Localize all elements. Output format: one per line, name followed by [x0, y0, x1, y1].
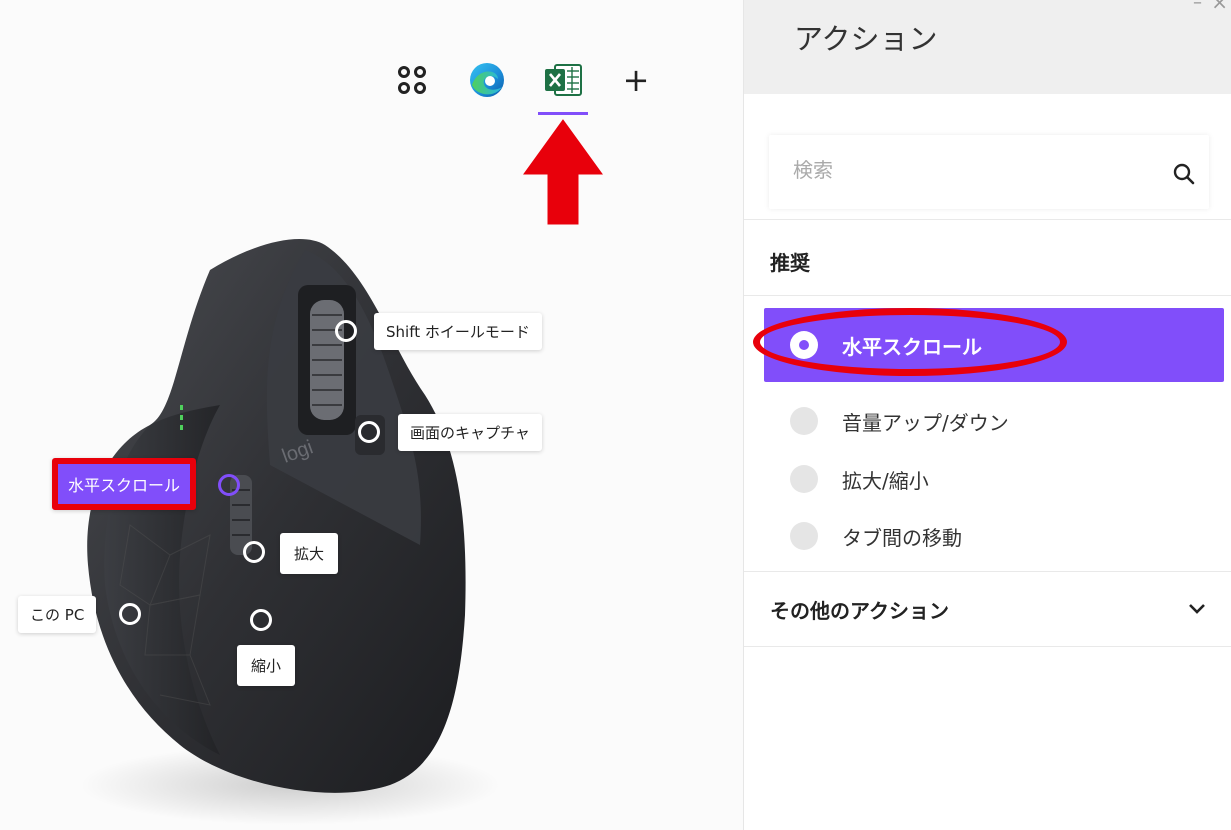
radio[interactable] — [790, 407, 818, 435]
excel-tab[interactable] — [541, 58, 585, 102]
hotspot-this-pc[interactable] — [119, 603, 141, 625]
panel-title: アクション — [794, 22, 938, 56]
radio[interactable] — [790, 465, 818, 493]
option-tab-switch[interactable]: タブ間の移動 — [764, 501, 1224, 571]
callout-capture[interactable]: 画面のキャプチャ — [398, 414, 542, 451]
hotspot-hscroll[interactable] — [218, 474, 240, 496]
selected-tab-indicator — [538, 112, 588, 115]
add-app-tab[interactable]: + — [614, 58, 658, 102]
search-box — [769, 135, 1209, 209]
option-label: タブ間の移動 — [842, 525, 962, 550]
chevron-down-icon — [1189, 604, 1205, 614]
option-label: 音量アップ/ダウン — [842, 410, 1009, 435]
radio[interactable] — [790, 522, 818, 550]
minimize-button[interactable]: – — [1193, 0, 1202, 13]
other-actions-label: その他のアクション — [770, 598, 949, 623]
option-label: 拡大/縮小 — [842, 468, 929, 493]
option-hscroll[interactable]: 水平スクロール — [764, 308, 1224, 382]
callout-this-pc[interactable]: この PC — [18, 596, 97, 633]
callout-zoom-out[interactable]: 縮小 — [237, 645, 296, 686]
callout-zoom-in[interactable]: 拡大 — [280, 533, 339, 574]
hotspot-zoom-out[interactable] — [250, 609, 272, 631]
search-input[interactable] — [793, 155, 1153, 185]
hotspot-zoom-in[interactable] — [243, 541, 265, 563]
edge-tab[interactable] — [465, 58, 509, 102]
callout-shift-wheel[interactable]: Shift ホイールモード — [374, 313, 542, 350]
device-canvas: + logi Shift ホイールモード 画面のキャプチャ 水平スクロール 拡大… — [0, 0, 743, 830]
divider — [744, 219, 1231, 220]
actions-panel: アクション – × 推奨 水平スクロール 音量アップ/ダウン 拡大/縮小 タブ間… — [743, 0, 1231, 830]
divider — [744, 295, 1231, 296]
callout-hscroll[interactable]: 水平スクロール — [52, 458, 197, 510]
panel-header: アクション – × — [744, 0, 1231, 94]
radio-selected[interactable] — [790, 331, 818, 359]
excel-icon — [545, 64, 582, 96]
plus-icon: + — [622, 61, 650, 99]
other-actions-expander[interactable]: その他のアクション — [744, 571, 1231, 647]
hotspot-shift-wheel[interactable] — [335, 320, 357, 342]
edge-icon — [470, 63, 504, 97]
option-label: 水平スクロール — [842, 334, 982, 359]
close-button[interactable]: × — [1211, 0, 1228, 14]
section-recommended: 推奨 — [770, 251, 810, 275]
grid-icon — [398, 66, 426, 94]
hotspot-capture[interactable] — [358, 421, 380, 443]
search-icon[interactable] — [1173, 163, 1195, 185]
all-apps-tab[interactable] — [390, 58, 434, 102]
red-arrow-annotation — [523, 119, 603, 225]
